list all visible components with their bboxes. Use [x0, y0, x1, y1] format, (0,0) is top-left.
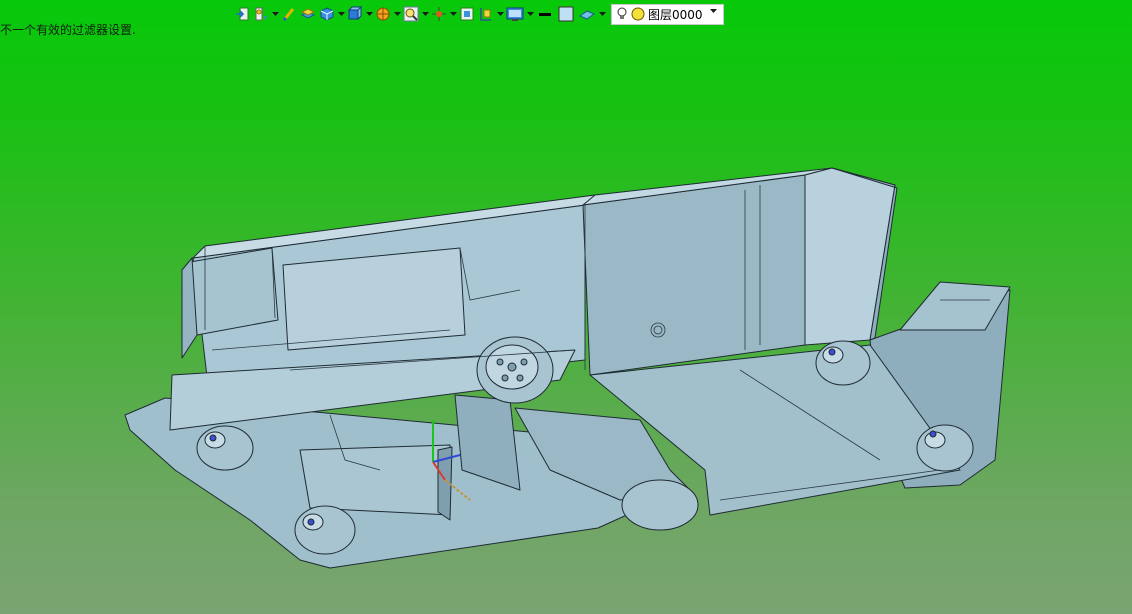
fill-color-icon [558, 6, 574, 22]
pan-dropdown[interactable] [449, 4, 457, 24]
orbit-button[interactable] [374, 4, 392, 24]
3d-viewport[interactable]: 不一个有效的过滤器设置. 图层0000 [0, 0, 1132, 614]
lightbulb-icon [617, 7, 627, 19]
layer-label: 图层0000 [648, 7, 703, 22]
fill-color-button[interactable] [556, 4, 576, 24]
view-cube-button[interactable] [346, 4, 364, 24]
chevron-down-icon [271, 11, 279, 16]
chevron-down-icon [710, 8, 717, 13]
section-icon [480, 8, 491, 21]
wheel-right-rear [916, 424, 974, 472]
view-toolbar: 图层0000 [233, 3, 724, 25]
section-button[interactable] [477, 4, 495, 24]
orbit-icon [376, 7, 390, 21]
display-mode-icon [506, 7, 524, 21]
surface-dropdown[interactable] [598, 4, 606, 24]
exit-button[interactable] [233, 4, 251, 24]
fit-button[interactable] [458, 4, 476, 24]
3d-model[interactable] [0, 0, 1132, 614]
cube-dropdown[interactable] [337, 4, 345, 24]
surface-icon [578, 10, 596, 20]
chevron-down-icon [337, 11, 345, 16]
zoom-dropdown[interactable] [421, 4, 429, 24]
yellow-circle-icon [631, 7, 645, 21]
section-dropdown[interactable] [496, 4, 504, 24]
brush-icon [282, 8, 295, 22]
line-color-button[interactable] [535, 4, 555, 24]
exit-icon [236, 7, 249, 21]
fit-icon [460, 7, 474, 21]
surface-button[interactable] [577, 4, 597, 24]
cube-icon [320, 7, 334, 21]
wheel-center [476, 336, 554, 404]
wheel-left-rear [294, 505, 356, 555]
end-cap [804, 167, 896, 346]
pan-button[interactable] [430, 4, 448, 24]
status-message: 不一个有效的过滤器设置. [0, 23, 136, 37]
left-box [189, 247, 279, 336]
wheel-bottom [621, 479, 699, 531]
chevron-down-icon [598, 11, 606, 16]
light-button[interactable] [252, 4, 270, 24]
orbit-dropdown[interactable] [393, 4, 401, 24]
chevron-down-icon [365, 11, 373, 16]
chevron-down-icon [421, 11, 429, 16]
chevron-down-icon [496, 11, 504, 16]
view-cube-dropdown[interactable] [365, 4, 373, 24]
line-color-icon [539, 13, 551, 16]
wheel-left-front [196, 425, 254, 471]
light-dropdown[interactable] [271, 4, 279, 24]
view-cube-icon [347, 6, 363, 21]
wheel-right-front [815, 340, 871, 386]
chevron-down-icon [526, 11, 534, 16]
cube-button[interactable] [318, 4, 336, 24]
right-housing [582, 174, 806, 376]
zoom-button[interactable] [402, 4, 420, 24]
layers-icon [300, 8, 316, 19]
zoom-icon [403, 6, 419, 22]
display-mode-dropdown[interactable] [526, 4, 534, 24]
pan-icon [432, 7, 446, 21]
layer-dropdown[interactable]: 图层0000 [611, 3, 724, 25]
display-mode-button[interactable] [505, 4, 525, 24]
chevron-down-icon [449, 11, 457, 16]
light-icon [255, 7, 267, 21]
brush-button[interactable] [280, 4, 298, 24]
layers-button[interactable] [299, 4, 317, 24]
chevron-down-icon [393, 11, 401, 16]
